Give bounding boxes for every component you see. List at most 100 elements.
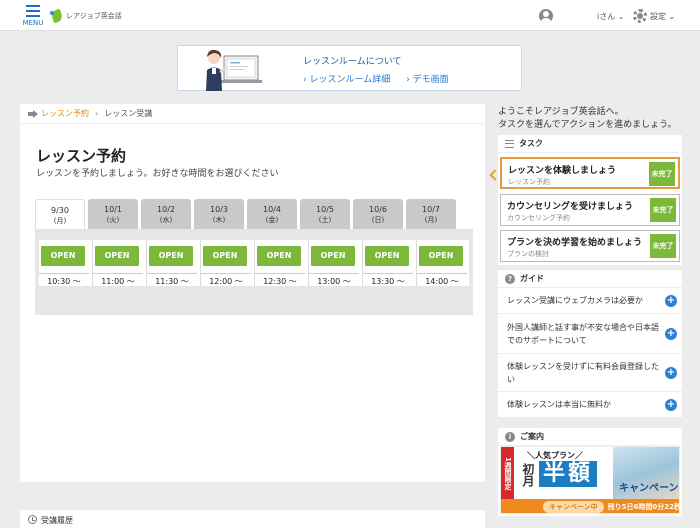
- welcome-line-2: タスクを選んでアクションを進めましょう。: [498, 120, 677, 130]
- date-tab[interactable]: 10/5 (土): [300, 199, 350, 229]
- date-tab[interactable]: 10/3 (木): [194, 199, 244, 229]
- date-tab[interactable]: 10/6 (日): [353, 199, 403, 229]
- open-slot-button[interactable]: OPEN: [365, 246, 409, 266]
- task-status-badge: 未完了: [650, 234, 676, 258]
- time-slot: OPEN 13:00 〜: [309, 240, 363, 286]
- promo-status-pill: キャンペーン中: [543, 501, 604, 513]
- page-title: レッスン予約: [36, 147, 127, 165]
- time-slot-row: OPEN 10:30 〜 OPEN 11:00 〜 OPEN 11:30 〜 OPEN…: [39, 240, 469, 286]
- guide-item[interactable]: 外国人講師と話す事が不安な場合や日本語でのサポートについて +: [498, 314, 682, 354]
- task-item[interactable]: レッスンを体験しましょう レッスン予約 未完了: [500, 157, 680, 189]
- plus-icon[interactable]: +: [665, 294, 677, 307]
- slot-time: 13:30 〜: [363, 273, 413, 286]
- task-status-badge: 未完了: [650, 198, 676, 222]
- slot-time: 10:30 〜: [39, 273, 89, 286]
- task-item[interactable]: プランを決め学習を始めましょう プランの検討 未完了: [500, 230, 680, 262]
- lesson-room-banner: レッスンルームについて レッスンルーム詳細 デモ画面: [177, 45, 522, 91]
- date-tab-weekday: (水): [159, 216, 173, 224]
- slot-time: 13:00 〜: [309, 273, 359, 286]
- banner-links: レッスンルーム詳細 デモ画面: [303, 72, 449, 85]
- open-slot-button[interactable]: OPEN: [95, 246, 139, 266]
- promo-countdown-bar: キャンペーン中 残り5日6時間0分22秒: [501, 499, 680, 513]
- guide-panel-header: ? ガイド: [498, 270, 682, 288]
- date-tab[interactable]: 10/2 (水): [141, 199, 191, 229]
- guide-panel: ? ガイド レッスン受講にウェブカメラは必要か + 外国人講師と話す事が不安な場…: [498, 270, 682, 418]
- guide-panel-title: ガイド: [520, 274, 544, 283]
- date-tab-date: 10/3: [210, 205, 228, 214]
- date-tab[interactable]: 10/1 (火): [88, 199, 138, 229]
- menu-button[interactable]: MENU: [22, 5, 44, 27]
- open-slot-button[interactable]: OPEN: [203, 246, 247, 266]
- demo-screen-link[interactable]: デモ画面: [406, 72, 449, 85]
- profile-icon[interactable]: [539, 9, 553, 23]
- open-slot-button[interactable]: OPEN: [311, 246, 355, 266]
- lesson-reservation-panel: レッスン予約 › レッスン受講 レッスン予約 レッスンを予約しましょう。お好きな…: [20, 104, 485, 482]
- promo-countdown: 残り5日6時間0分22秒: [607, 503, 680, 511]
- date-tab[interactable]: 10/4 (金): [247, 199, 297, 229]
- date-tab-date: 10/5: [316, 205, 334, 214]
- info-panel: i ご案内 1週間限定 ＼人気プラン／ 初月 半額 キャンペーン キャンペーン中…: [498, 428, 682, 516]
- lesson-history-panel: 受講履歴: [20, 510, 485, 528]
- plus-icon[interactable]: +: [665, 398, 677, 411]
- promo-limited-label: 1週間限定: [501, 447, 514, 499]
- lesson-room-details-link[interactable]: レッスンルーム詳細: [303, 72, 390, 85]
- campaign-banner[interactable]: 1週間限定 ＼人気プラン／ 初月 半額 キャンペーン キャンペーン中 残り5日6…: [500, 446, 680, 514]
- open-slot-button[interactable]: OPEN: [419, 246, 463, 266]
- slot-time: 11:00 〜: [93, 273, 143, 286]
- breadcrumb-reservation-link[interactable]: レッスン予約: [41, 108, 89, 119]
- time-slot: OPEN 13:30 〜: [363, 240, 417, 286]
- guide-item[interactable]: 体験レッスンは本当に無料か +: [498, 392, 682, 418]
- arrow-right-icon: [28, 109, 38, 118]
- promo-campaign-word: キャンペーン: [619, 483, 679, 494]
- date-tab-weekday: (土): [318, 216, 332, 224]
- date-tab-weekday: (月): [53, 217, 67, 225]
- settings-menu[interactable]: 設定 ⌄: [650, 11, 675, 22]
- date-tabs: 9/30 (月) 10/1 (火) 10/2 (水) 10/3 (木) 10/4 (金) …: [35, 199, 459, 229]
- logo-icon: [50, 9, 64, 23]
- hamburger-icon: [26, 5, 40, 17]
- date-tab-weekday: (木): [212, 216, 226, 224]
- promo-half-price: 半額: [539, 461, 598, 487]
- guide-item[interactable]: 体験レッスンを受けずに有料会員登録したい +: [498, 354, 682, 392]
- breadcrumb: レッスン予約 › レッスン受講: [20, 104, 485, 124]
- task-status-badge: 未完了: [649, 162, 675, 186]
- task-title: レッスンを体験しましょう: [508, 166, 617, 176]
- open-slot-button[interactable]: OPEN: [41, 246, 85, 266]
- plus-icon[interactable]: +: [665, 327, 677, 340]
- time-slot: OPEN 11:30 〜: [147, 240, 201, 286]
- guide-item-label: 体験レッスンを受けずに有料会員登録したい: [507, 361, 659, 384]
- task-panel-title: タスク: [519, 139, 543, 148]
- gear-icon[interactable]: [633, 9, 647, 23]
- info-icon: i: [505, 431, 515, 442]
- time-slot-area: OPEN 10:30 〜 OPEN 11:00 〜 OPEN 11:30 〜 OPEN…: [35, 229, 473, 315]
- task-panel: タスク レッスンを体験しましょう レッスン予約 未完了 カウンセリングを受けまし…: [498, 135, 682, 265]
- user-menu[interactable]: iさん ⌄: [597, 11, 624, 22]
- task-subtitle: レッスン予約: [508, 178, 550, 186]
- task-subtitle: プランの検討: [507, 250, 549, 258]
- info-panel-header: i ご案内: [498, 428, 682, 446]
- guide-item-label: 外国人講師と話す事が不安な場合や日本語でのサポートについて: [507, 322, 659, 345]
- slot-time: 12:30 〜: [255, 273, 305, 286]
- chevron-right-icon: ›: [95, 109, 99, 118]
- task-panel-header: タスク: [498, 135, 682, 153]
- promo-first-month: 初月: [521, 463, 535, 487]
- guide-item[interactable]: レッスン受講にウェブカメラは必要か +: [498, 288, 682, 314]
- history-title: 受講履歴: [41, 516, 73, 525]
- logo[interactable]: レアジョブ英会話: [50, 8, 122, 24]
- date-tab-weekday: (火): [106, 216, 120, 224]
- date-tab[interactable]: 9/30 (月): [35, 199, 85, 229]
- open-slot-button[interactable]: OPEN: [149, 246, 193, 266]
- date-tab[interactable]: 10/7 (月): [406, 199, 456, 229]
- date-tab-date: 10/7: [422, 205, 440, 214]
- time-slot: OPEN 14:00 〜: [417, 240, 469, 286]
- date-tab-date: 10/4: [263, 205, 281, 214]
- top-header: MENU レアジョブ英会話 iさん ⌄ 設定 ⌄: [0, 0, 700, 31]
- chevron-left-icon: [489, 170, 497, 180]
- plus-icon[interactable]: +: [665, 366, 677, 379]
- time-slot: OPEN 11:00 〜: [93, 240, 147, 286]
- task-item[interactable]: カウンセリングを受けましょう カウンセリング予約 未完了: [500, 194, 680, 226]
- teacher-illustration-icon: [206, 49, 262, 91]
- date-tab-weekday: (月): [424, 216, 438, 224]
- list-icon: [505, 139, 514, 148]
- open-slot-button[interactable]: OPEN: [257, 246, 301, 266]
